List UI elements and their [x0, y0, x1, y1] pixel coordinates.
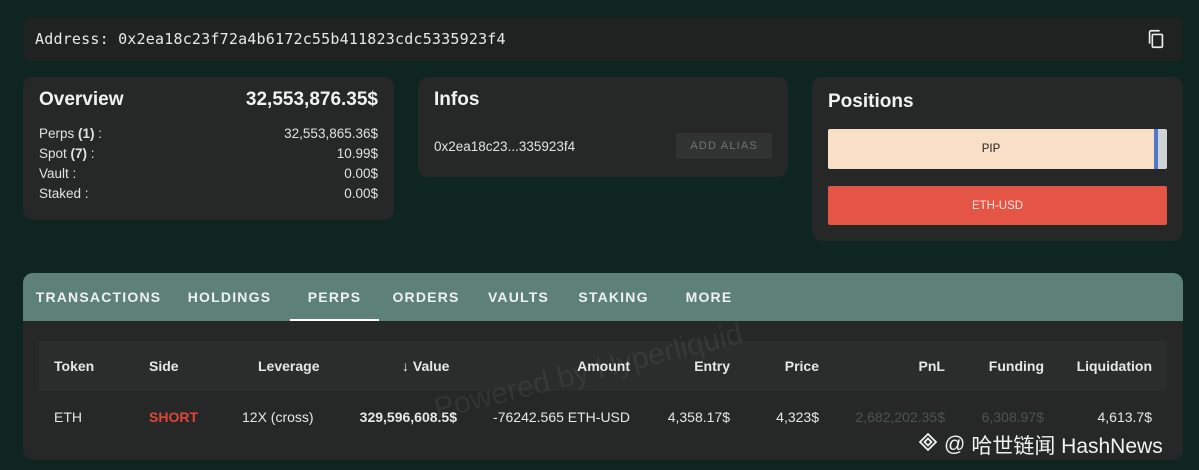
tab-vaults[interactable]: VAULTS — [488, 273, 548, 321]
tab-staking[interactable]: STAKING — [578, 273, 647, 321]
column-leverage[interactable]: Leverage — [258, 358, 319, 374]
column-value[interactable]: ↓ Value — [402, 358, 449, 374]
tab-holdings[interactable]: HOLDINGS — [188, 273, 271, 321]
position-bar-pip[interactable]: PIP — [828, 129, 1167, 169]
infos-title: Infos — [434, 89, 480, 110]
cell-value: 329,596,608.5$ — [359, 409, 457, 425]
column-entry[interactable]: Entry — [694, 358, 730, 374]
column-pnl[interactable]: PnL — [919, 358, 945, 374]
cell-amount: -76242.565 ETH-USD — [493, 409, 630, 425]
add-alias-button[interactable]: ADD ALIAS — [676, 133, 772, 159]
infos-short-address: 0x2ea18c23...335923f4 — [434, 138, 576, 154]
source-at: @ — [944, 433, 966, 456]
position-bar-segment — [1158, 129, 1167, 169]
cell-funding: 6,308.97$ — [981, 409, 1044, 425]
overview-row-staked: Staked : 0.00$ — [39, 186, 378, 201]
position-bar-eth-usd[interactable]: ETH-USD — [828, 186, 1167, 225]
overview-total: 32,553,876.35$ — [245, 89, 378, 110]
positions-title: Positions — [828, 91, 914, 112]
cell-liquidation: 4,613.7$ — [1097, 409, 1153, 425]
position-bar-pip-label: PIP — [828, 129, 1154, 169]
table-header: Token Side Leverage ↓ Value Amount Entry… — [39, 341, 1167, 391]
tab-perps[interactable]: PERPS — [290, 273, 379, 321]
column-token[interactable]: Token — [54, 358, 94, 374]
tab-more[interactable]: MORE — [686, 273, 732, 321]
address-bar: Address: 0x2ea18c23f72a4b6172c55b411823c… — [23, 17, 1183, 61]
overview-card: Overview 32,553,876.35$ Perps (1) : 32,5… — [23, 77, 394, 220]
address-text: Address: 0x2ea18c23f72a4b6172c55b411823c… — [35, 30, 506, 48]
overview-row-spot: Spot (7) : 10.99$ — [39, 146, 378, 161]
copy-icon[interactable] — [1145, 28, 1167, 50]
cell-pnl: 2,682,202.35$ — [855, 409, 945, 425]
tab-orders[interactable]: ORDERS — [392, 273, 458, 321]
source-text: 哈世链闻 HashNews — [971, 435, 1163, 458]
cell-entry: 4,358.17$ — [667, 409, 730, 425]
tab-bar: TRANSACTIONS HOLDINGS PERPS ORDERS VAULT… — [23, 273, 1183, 321]
column-amount[interactable]: Amount — [577, 358, 630, 374]
perps-table: Token Side Leverage ↓ Value Amount Entry… — [39, 341, 1167, 443]
overview-row-perps: Perps (1) : 32,553,865.36$ — [39, 126, 378, 141]
column-funding[interactable]: Funding — [989, 358, 1044, 374]
column-price[interactable]: Price — [785, 358, 819, 374]
diamond-logo-icon — [918, 432, 938, 458]
cell-token: ETH — [54, 409, 82, 425]
positions-card: Positions PIP ETH-USD — [812, 77, 1183, 241]
cell-price: 4,323$ — [776, 409, 819, 425]
tab-transactions[interactable]: TRANSACTIONS — [36, 273, 160, 321]
infos-card: Infos 0x2ea18c23...335923f4 ADD ALIAS — [418, 77, 788, 177]
column-side[interactable]: Side — [149, 358, 179, 374]
cell-side: SHORT — [149, 409, 198, 425]
source-watermark: @ 哈世链闻 HashNews — [918, 430, 1163, 460]
overview-title: Overview — [39, 89, 124, 110]
cell-leverage: 12X (cross) — [242, 409, 314, 425]
sort-arrow-down-icon: ↓ — [402, 358, 409, 374]
overview-row-vault: Vault : 0.00$ — [39, 166, 378, 181]
column-liquidation[interactable]: Liquidation — [1077, 358, 1152, 374]
